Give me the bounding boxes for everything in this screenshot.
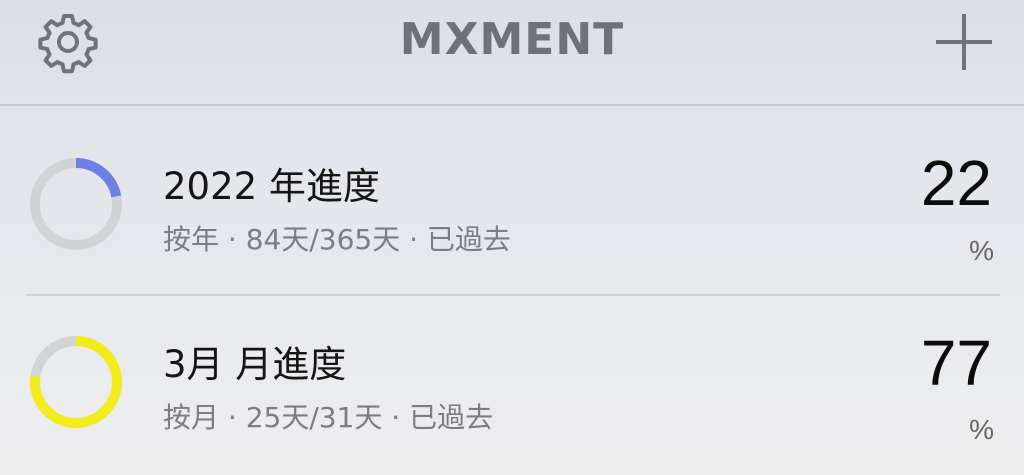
item-title: 2022 年進度 bbox=[163, 165, 380, 208]
percent-sign: % bbox=[969, 235, 994, 266]
progress-item-month[interactable]: 3月 月進度 按月 · 25天/31天 · 已過去 77 % bbox=[0, 296, 1024, 475]
item-percent: 77 bbox=[920, 327, 992, 399]
progress-ring bbox=[30, 336, 122, 428]
progress-ring bbox=[30, 158, 122, 250]
plus-icon[interactable] bbox=[934, 12, 994, 72]
progress-item-year[interactable]: 2022 年進度 按年 · 84天/365天 · 已過去 22 % bbox=[0, 108, 1024, 294]
item-title: 3月 月進度 bbox=[163, 343, 347, 386]
item-percent: 22 bbox=[920, 147, 992, 219]
item-subtitle: 按月 · 25天/31天 · 已過去 bbox=[163, 401, 494, 434]
app-header: MXMENT bbox=[0, 0, 1024, 106]
item-subtitle: 按年 · 84天/365天 · 已過去 bbox=[163, 223, 511, 256]
percent-sign: % bbox=[969, 414, 994, 445]
app-logo: MXMENT bbox=[399, 14, 625, 65]
